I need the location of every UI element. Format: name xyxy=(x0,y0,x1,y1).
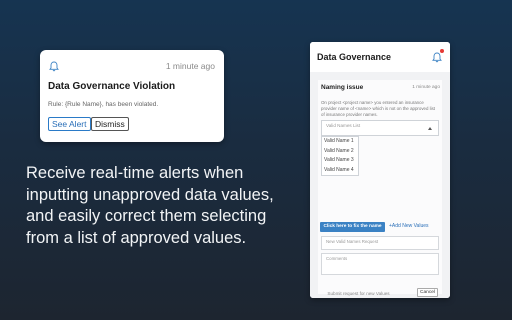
fix-name-button[interactable]: Click here to fix the name xyxy=(320,222,385,232)
cancel-button[interactable]: Cancel xyxy=(417,288,438,297)
submit-request-button[interactable]: Submit request for new Values xyxy=(320,289,397,298)
valid-names-dropdown: Valid Name 1 Valid Name 2 Valid Name 3 V… xyxy=(321,136,359,176)
request-placeholder: New Valid Names Request xyxy=(326,239,379,244)
new-valid-names-request-field[interactable]: New Valid Names Request xyxy=(321,236,439,250)
issue-time: 1 minute ago xyxy=(412,85,440,90)
valid-names-select[interactable]: Valid Names List xyxy=(321,120,439,136)
bell-icon[interactable] xyxy=(432,52,442,63)
see-alert-button[interactable]: See Alert xyxy=(48,117,91,131)
alert-time: 1 minute ago xyxy=(165,61,215,71)
naming-issue-card: Naming issue 1 minute ago On project <pr… xyxy=(318,80,442,297)
panel-header: Data Governance xyxy=(310,42,450,72)
bell-icon xyxy=(49,61,59,72)
alert-title: Data Governance Violation xyxy=(48,81,176,92)
valid-name-option[interactable]: Valid Name 4 xyxy=(322,166,358,176)
valid-names-label: Valid Names List xyxy=(326,123,361,128)
valid-name-option[interactable]: Valid Name 1 xyxy=(322,137,358,147)
issue-description: On project <project name> you entered an… xyxy=(321,100,435,117)
add-new-values-link[interactable]: +Add New Values xyxy=(389,223,429,229)
data-governance-panel: Data Governance Naming issue 1 minute ag… xyxy=(310,42,450,298)
alert-body: Rule: {Rule Name}, has been violated. xyxy=(48,101,159,108)
notification-dot xyxy=(440,49,444,53)
tagline-text: Receive real-time alerts when inputting … xyxy=(26,164,274,247)
issue-title: Naming issue xyxy=(321,84,364,91)
comments-placeholder: Comments xyxy=(326,256,348,261)
valid-name-option[interactable]: Valid Name 3 xyxy=(322,156,358,166)
panel-content: Naming issue 1 minute ago On project <pr… xyxy=(310,72,450,298)
comments-field[interactable]: Comments xyxy=(321,253,439,275)
dismiss-button[interactable]: Dismiss xyxy=(91,117,129,131)
caret-up-icon xyxy=(428,127,432,130)
valid-name-option[interactable]: Valid Name 2 xyxy=(322,147,358,157)
panel-title: Data Governance xyxy=(317,52,392,62)
